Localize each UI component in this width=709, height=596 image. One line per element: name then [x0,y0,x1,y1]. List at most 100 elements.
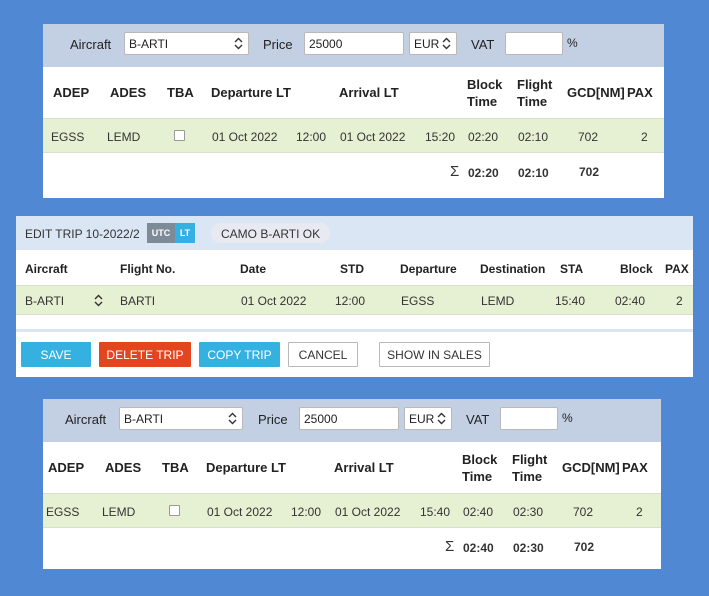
utc-toggle[interactable]: UTC [147,223,175,243]
col-ades: ADES [110,85,147,100]
cell-adep: EGSS [46,505,80,519]
aircraft-select-value: B-ARTI [129,37,169,51]
col-gcd: GCD[NM] [562,460,620,475]
quote-panel-bottom: Aircraft B-ARTI Price 25000 EUR VAT % AD… [43,399,661,569]
cell-ades: LEMD [102,505,136,519]
quote-header-bar: Aircraft B-ARTI Price 25000 EUR VAT % [43,24,664,67]
edit-trip-panel: EDIT TRIP 10-2022/2 UTC LT CAMO B-ARTI O… [16,216,693,377]
show-in-sales-button[interactable]: SHOW IN SALES [379,342,490,367]
col-block-time-2: Time [467,94,498,109]
sigma-symbol: Σ [445,538,455,555]
cell-gcd: 702 [578,130,599,144]
col-departure: Departure [400,262,457,276]
price-label: Price [263,37,293,52]
copy-trip-button[interactable]: COPY TRIP [199,342,280,367]
total-gcd: 702 [579,165,600,179]
cell-block-time: 02:40 [463,505,494,519]
quote-panel-top: Aircraft B-ARTI Price 25000 EUR VAT % AD… [43,24,664,198]
price-label: Price [258,412,288,427]
col-flight-no: Flight No. [120,262,176,276]
cell-pax: 2 [641,130,648,144]
cell-arrival-date: 01 Oct 2022 [335,505,401,519]
chevron-updown-icon[interactable] [94,294,103,307]
price-input-value: 25000 [309,37,343,51]
table-row: EGSS LEMD 01 Oct 2022 12:00 01 Oct 2022 … [43,493,661,528]
chevron-updown-icon [228,412,237,425]
lt-toggle[interactable]: LT [175,223,195,243]
vat-input[interactable] [505,32,563,55]
cell-arrival-time: 15:20 [425,130,456,144]
cell-pax: 2 [676,294,683,308]
sigma-symbol: Σ [450,163,460,180]
col-gcd: GCD[NM] [567,85,625,100]
percent-sign: % [562,411,573,425]
currency-select[interactable]: EUR [409,32,457,55]
cell-date: 01 Oct 2022 [241,294,307,308]
col-adep: ADEP [53,85,90,100]
percent-sign: % [567,36,578,50]
aircraft-select[interactable]: B-ARTI [119,407,243,430]
col-tba: TBA [162,460,189,475]
col-block-time-1: Block [467,77,503,92]
col-arrival-lt: Arrival LT [334,460,394,475]
col-aircraft: Aircraft [25,262,68,276]
tba-checkbox[interactable] [174,130,185,141]
save-button[interactable]: SAVE [21,342,91,367]
aircraft-select[interactable]: B-ARTI [124,32,249,55]
price-input[interactable]: 25000 [304,32,404,55]
col-flight-time-2: Time [517,94,548,109]
col-adep: ADEP [48,460,85,475]
total-gcd: 702 [574,540,595,554]
cell-arrival-date: 01 Oct 2022 [340,130,406,144]
col-departure-lt: Departure LT [211,85,291,100]
camo-status-badge: CAMO B-ARTI OK [211,223,331,243]
col-pax: PAX [622,460,648,475]
table-row[interactable]: B-ARTI BARTI 01 Oct 2022 12:00 EGSS LEMD… [16,285,693,315]
currency-select[interactable]: EUR [404,407,452,430]
cell-flight-time: 02:30 [513,505,544,519]
divider [16,329,693,332]
total-block-time: 02:20 [468,166,499,180]
cell-departure: EGSS [401,294,435,308]
cell-arrival-time: 15:40 [420,505,451,519]
cancel-button[interactable]: CANCEL [288,342,358,367]
col-flight-time-2: Time [512,469,543,484]
tba-checkbox[interactable] [169,505,180,516]
col-std: STD [340,262,364,276]
cell-aircraft: B-ARTI [25,294,65,308]
aircraft-label: Aircraft [70,37,112,52]
total-flight-time: 02:10 [518,166,549,180]
col-ades: ADES [105,460,142,475]
edit-trip-header: EDIT TRIP 10-2022/2 UTC LT CAMO B-ARTI O… [16,216,693,250]
vat-input[interactable] [500,407,558,430]
cell-std: 12:00 [335,294,366,308]
col-block-time-1: Block [462,452,498,467]
col-block-time-2: Time [462,469,493,484]
price-input[interactable]: 25000 [299,407,399,430]
col-departure-lt: Departure LT [206,460,286,475]
cell-sta: 15:40 [555,294,586,308]
cell-pax: 2 [636,505,643,519]
cell-flight-no: BARTI [120,294,156,308]
table-row: EGSS LEMD 01 Oct 2022 12:00 01 Oct 2022 … [43,118,664,153]
col-destination: Destination [480,262,546,276]
cell-flight-time: 02:10 [518,130,549,144]
col-arrival-lt: Arrival LT [339,85,399,100]
edit-trip-title: EDIT TRIP 10-2022/2 [25,227,140,241]
col-flight-time-1: Flight [512,452,548,467]
col-tba: TBA [167,85,194,100]
delete-trip-button[interactable]: DELETE TRIP [99,342,191,367]
vat-label: VAT [471,37,495,52]
currency-select-value: EUR [409,412,435,426]
total-flight-time: 02:30 [513,541,544,555]
col-date: Date [240,262,267,276]
chevron-updown-icon [442,37,451,50]
cell-adep: EGSS [51,130,85,144]
chevron-updown-icon [234,37,243,50]
price-input-value: 25000 [304,412,338,426]
cell-departure-date: 01 Oct 2022 [212,130,278,144]
col-sta: STA [560,262,584,276]
chevron-updown-icon [437,412,446,425]
col-pax: PAX [665,262,689,276]
cell-destination: LEMD [481,294,515,308]
